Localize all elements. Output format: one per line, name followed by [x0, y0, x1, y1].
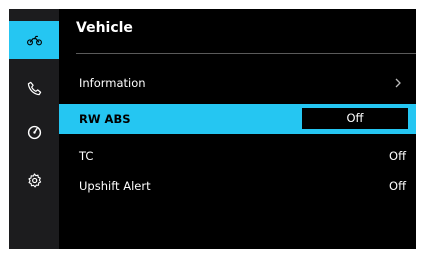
motorcycle-icon	[26, 35, 42, 45]
gear-icon	[27, 172, 41, 187]
chevron-right-icon	[395, 78, 401, 88]
menu-item-rw-abs[interactable]: RW ABS Off	[59, 104, 416, 134]
menu-item-information[interactable]: Information	[59, 68, 416, 98]
dashboard-screen: Vehicle Information RW ABS Off TC Off Up…	[9, 9, 416, 249]
tc-value: Off	[389, 149, 406, 163]
page-title: Vehicle	[76, 20, 133, 36]
gauge-icon	[27, 125, 41, 139]
phone-icon	[27, 81, 41, 95]
menu-item-label: RW ABS	[79, 112, 131, 126]
header-divider	[76, 53, 416, 54]
sidebar-item-gauge[interactable]	[9, 113, 59, 151]
sidebar	[9, 9, 59, 249]
sidebar-item-vehicle[interactable]	[9, 21, 59, 59]
upshift-alert-value: Off	[389, 179, 406, 193]
rw-abs-value-selector[interactable]: Off	[302, 108, 408, 129]
menu-item-label: Upshift Alert	[79, 179, 151, 193]
menu-item-label: Information	[79, 76, 146, 90]
sidebar-item-phone[interactable]	[9, 69, 59, 107]
menu-item-label: TC	[79, 149, 94, 163]
sidebar-item-settings[interactable]	[9, 161, 59, 199]
menu-item-tc[interactable]: TC Off	[59, 141, 416, 171]
menu-item-upshift-alert[interactable]: Upshift Alert Off	[59, 171, 416, 201]
